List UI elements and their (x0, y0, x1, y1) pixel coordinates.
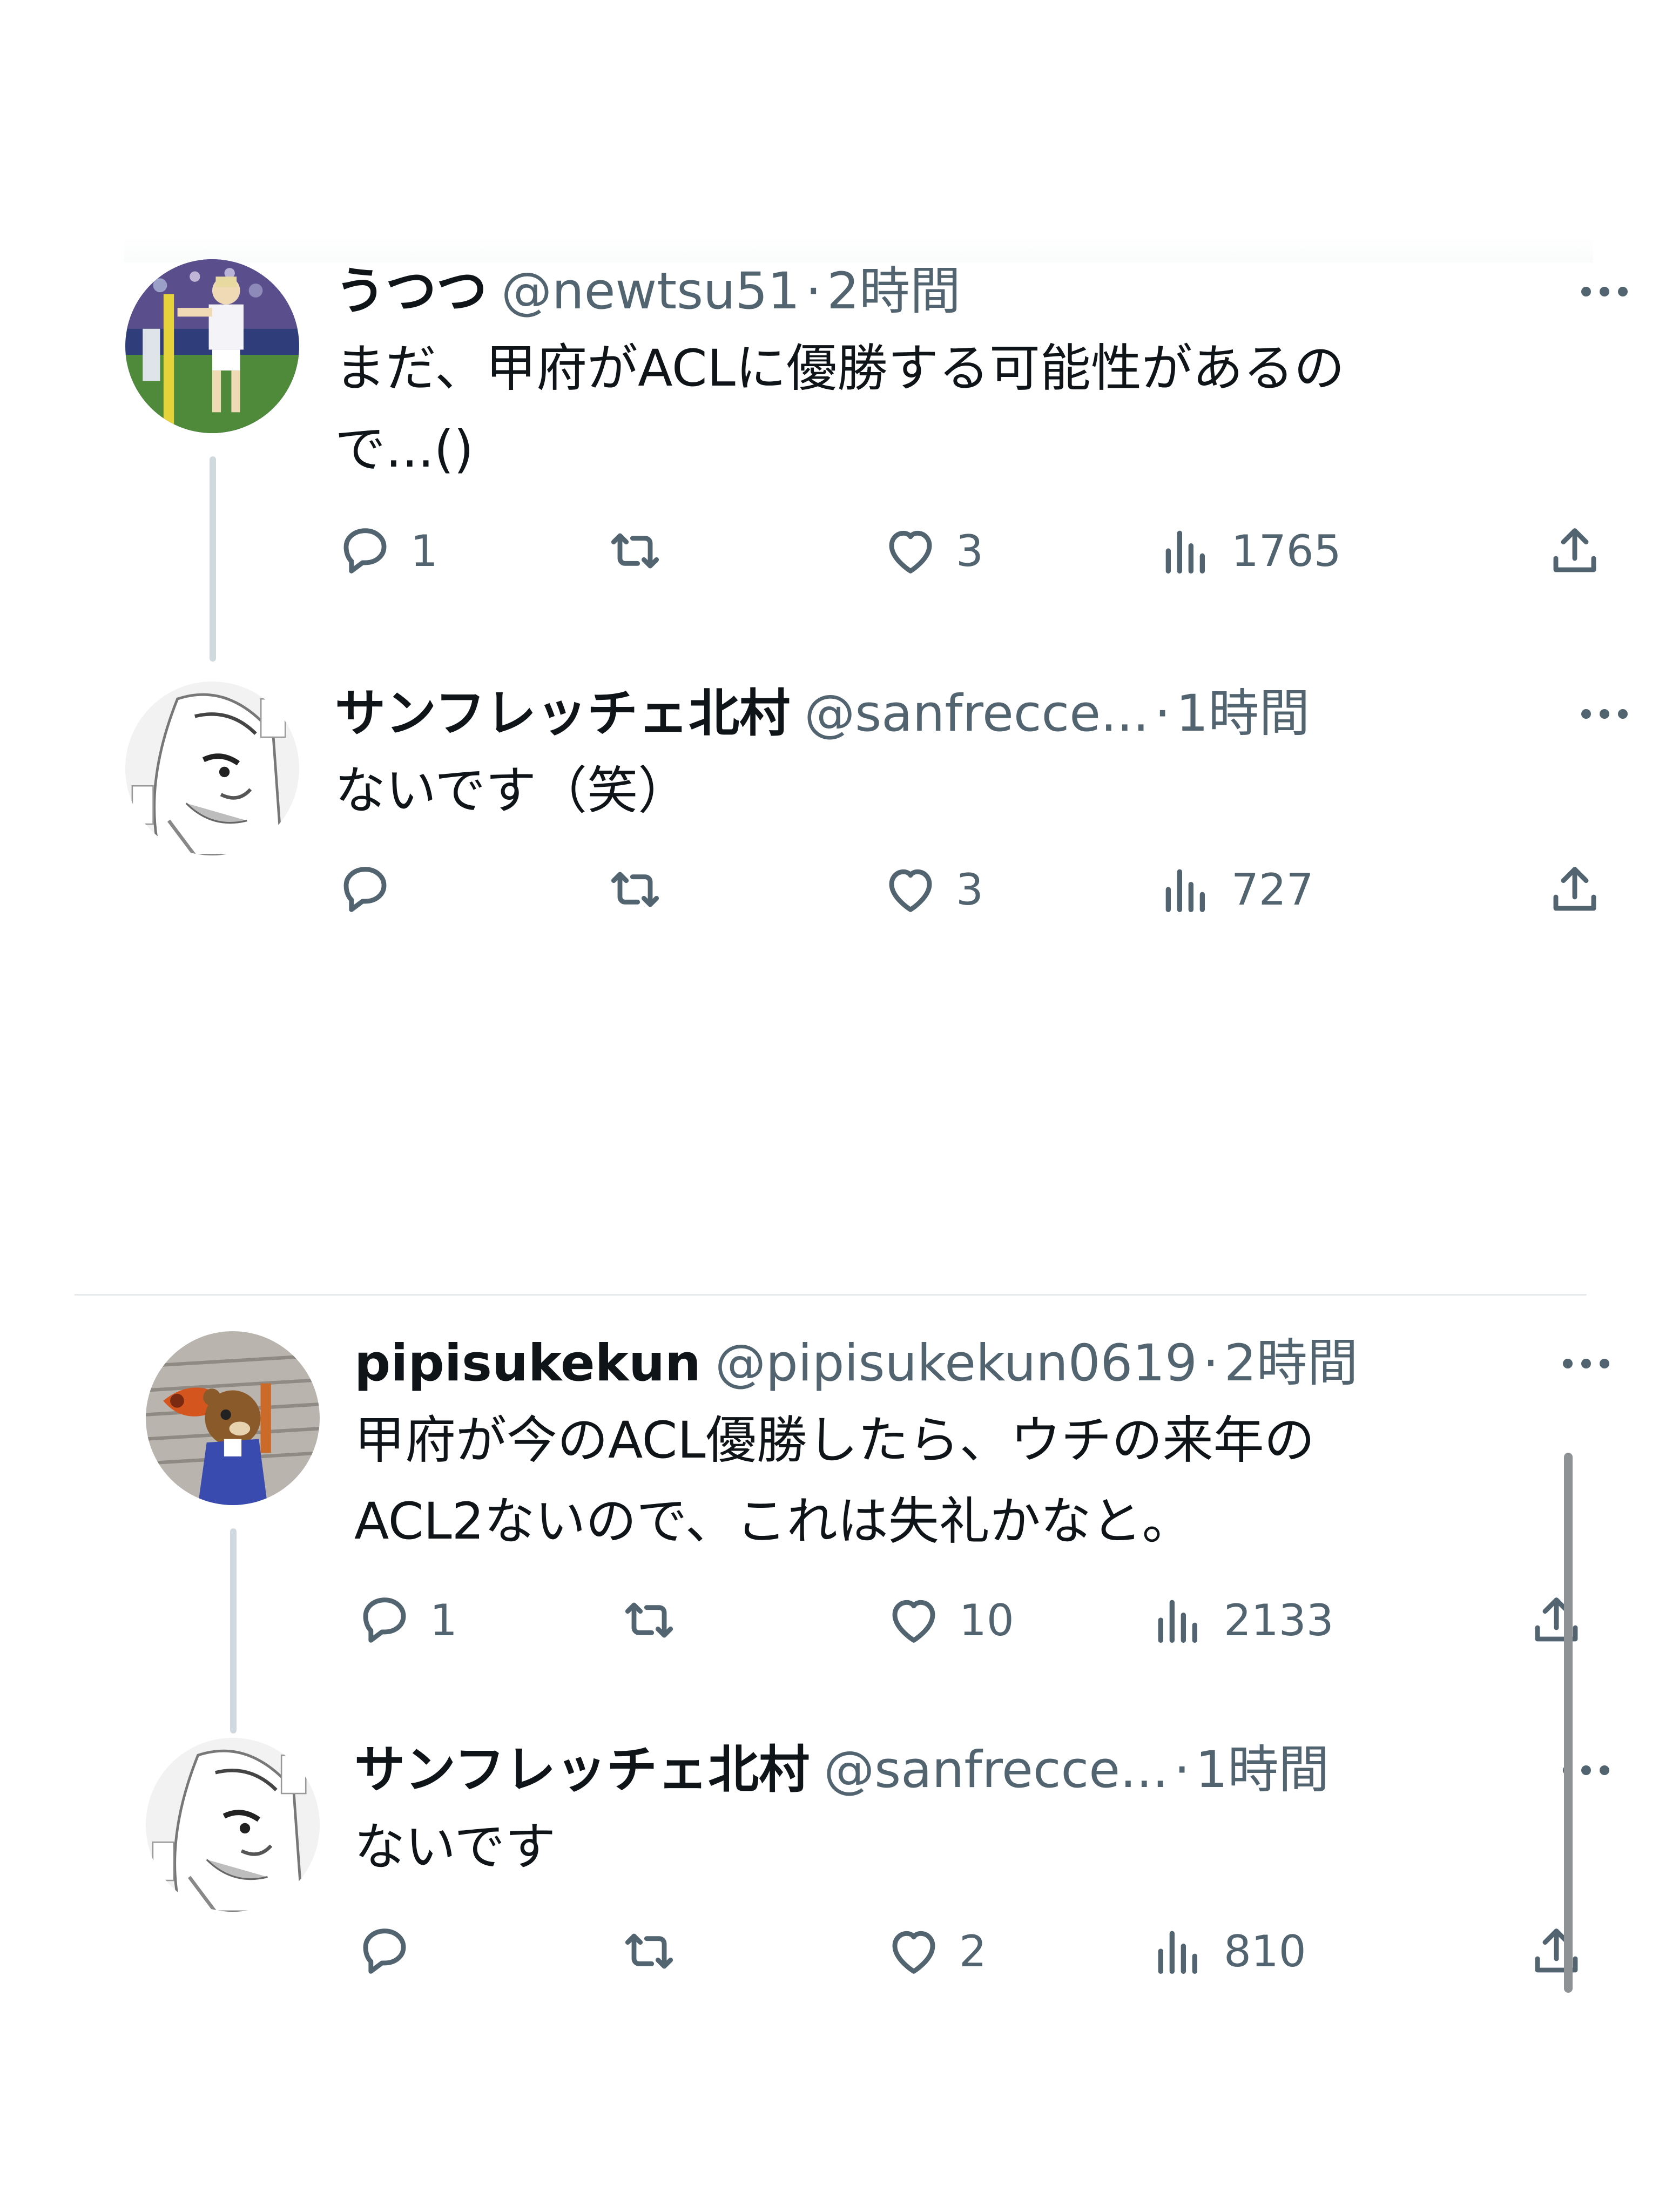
views-button[interactable]: 727 (1156, 860, 1314, 919)
share-icon (1553, 867, 1596, 911)
manga-face-avatar[interactable] (146, 1738, 320, 1912)
reply-button[interactable]: 1 (335, 521, 438, 581)
reply-icon (343, 867, 387, 912)
like-count: 2 (959, 1926, 987, 1977)
scrollbar[interactable] (1564, 1453, 1573, 1993)
retweet-icon (611, 872, 659, 907)
soccer-player-avatar[interactable] (125, 259, 299, 433)
reply-icon (363, 1597, 406, 1643)
tweet-actions: 1 10 2133 (354, 1590, 1659, 1650)
user-handle[interactable]: @pipisukekun0619 (715, 1331, 1197, 1396)
share-button[interactable] (1545, 860, 1605, 919)
reply-button[interactable] (335, 860, 410, 919)
retweet-icon (625, 1933, 673, 1969)
views-button[interactable]: 1765 (1156, 521, 1341, 581)
tweet-header: サンフレッチェ北村 @sanfrecce... · 1時間 (354, 1738, 1659, 1803)
reply-count: 1 (430, 1595, 457, 1645)
tweet-header: うつつ @newtsu51 · 2時間 (335, 259, 1659, 324)
section-divider (75, 1294, 1587, 1296)
timestamp[interactable]: 1時間 (1176, 682, 1310, 746)
reply-button[interactable]: 1 (354, 1590, 457, 1650)
user-handle[interactable]: @sanfrecce... (824, 1738, 1169, 1803)
tweet-body: サンフレッチェ北村 @sanfrecce... · 1時間 ないです（笑） (335, 682, 1659, 832)
user-handle[interactable]: @newtsu51 (501, 259, 800, 324)
tweet-body: pipisukekun @pipisukekun0619 · 2時間 甲府が今の… (354, 1331, 1659, 1562)
analytics-icon (1165, 530, 1205, 574)
like-button[interactable]: 3 (880, 521, 983, 581)
tweet-body: うつつ @newtsu51 · 2時間 まだ、甲府がACLに優勝する可能性がある… (335, 259, 1659, 490)
view-count: 1765 (1231, 525, 1341, 576)
user-display-name[interactable]: サンフレッチェ北村 (354, 1738, 810, 1803)
tweet-header: pipisukekun @pipisukekun0619 · 2時間 (354, 1331, 1659, 1396)
reply-icon (363, 1928, 406, 1974)
more-options-icon[interactable] (1559, 1331, 1614, 1396)
views-button[interactable]: 2133 (1148, 1590, 1334, 1650)
tweet-text-line: まだ、甲府がACLに優勝する可能性があるの (335, 339, 1345, 398)
thread-connector-line (230, 1528, 237, 1734)
separator-dot: · (1154, 684, 1171, 743)
share-icon (1535, 1597, 1578, 1642)
heart-icon (892, 1931, 935, 1974)
tweet-text-line: ないです (354, 1818, 556, 1877)
heart-icon (889, 869, 932, 912)
retweet-button[interactable] (619, 1921, 694, 1981)
separator-dot: · (1174, 1741, 1190, 1799)
like-button[interactable]: 2 (884, 1921, 987, 1981)
analytics-icon (1158, 1931, 1197, 1974)
view-count: 727 (1231, 864, 1314, 915)
tweet-body: サンフレッチェ北村 @sanfrecce... · 1時間 ないです (354, 1738, 1659, 1888)
timestamp[interactable]: 2時間 (827, 259, 961, 324)
tweet-text-line: ないです（笑） (335, 761, 689, 820)
tweet-text-line: 甲府が今のACL優勝したら、ウチの来年の (354, 1411, 1315, 1470)
retweet-icon (611, 533, 659, 569)
tweet-text-line: で...() (335, 420, 474, 479)
retweet-button[interactable] (605, 860, 680, 919)
manga-face-avatar[interactable] (125, 682, 299, 855)
like-count: 3 (956, 525, 983, 576)
user-display-name[interactable]: pipisukekun (354, 1331, 701, 1396)
analytics-icon (1158, 1600, 1197, 1643)
share-button[interactable] (1545, 521, 1605, 581)
timestamp[interactable]: 2時間 (1224, 1331, 1358, 1396)
share-button[interactable] (1526, 1921, 1587, 1981)
views-button[interactable]: 810 (1148, 1921, 1306, 1981)
view-count: 2133 (1224, 1595, 1334, 1645)
timestamp[interactable]: 1時間 (1196, 1738, 1330, 1803)
more-options-icon[interactable] (1577, 682, 1632, 746)
tweet-actions: 3 727 (335, 860, 1659, 919)
like-button[interactable]: 10 (884, 1590, 1014, 1650)
mascot-avatar[interactable] (146, 1331, 320, 1505)
user-handle[interactable]: @sanfrecce... (804, 682, 1149, 746)
like-button[interactable]: 3 (880, 860, 983, 919)
more-options-icon[interactable] (1577, 259, 1632, 324)
retweet-button[interactable] (619, 1590, 694, 1650)
separator-dot: · (1202, 1334, 1219, 1393)
tweet-header: サンフレッチェ北村 @sanfrecce... · 1時間 (335, 682, 1659, 746)
share-button[interactable] (1526, 1590, 1587, 1650)
like-count: 10 (959, 1595, 1014, 1645)
heart-icon (892, 1600, 935, 1643)
user-display-name[interactable]: サンフレッチェ北村 (335, 682, 790, 746)
thread-connector-line (210, 456, 216, 662)
separator-dot: · (805, 262, 822, 321)
share-icon (1553, 528, 1596, 572)
tweet-actions: 1 3 1765 (335, 521, 1659, 581)
share-icon (1535, 1928, 1578, 1973)
reply-count: 1 (410, 525, 438, 576)
analytics-icon (1165, 869, 1205, 912)
reply-button[interactable] (354, 1921, 430, 1981)
tweet-actions: 2 810 (354, 1921, 1659, 1981)
user-display-name[interactable]: うつつ (335, 259, 487, 324)
tweet-text-line: ACL2ないので、これは失礼かなと。 (354, 1492, 1193, 1551)
retweet-button[interactable] (605, 521, 680, 581)
like-count: 3 (956, 864, 983, 915)
reply-icon (343, 528, 387, 574)
retweet-icon (625, 1602, 673, 1638)
heart-icon (889, 530, 932, 574)
view-count: 810 (1224, 1926, 1306, 1977)
